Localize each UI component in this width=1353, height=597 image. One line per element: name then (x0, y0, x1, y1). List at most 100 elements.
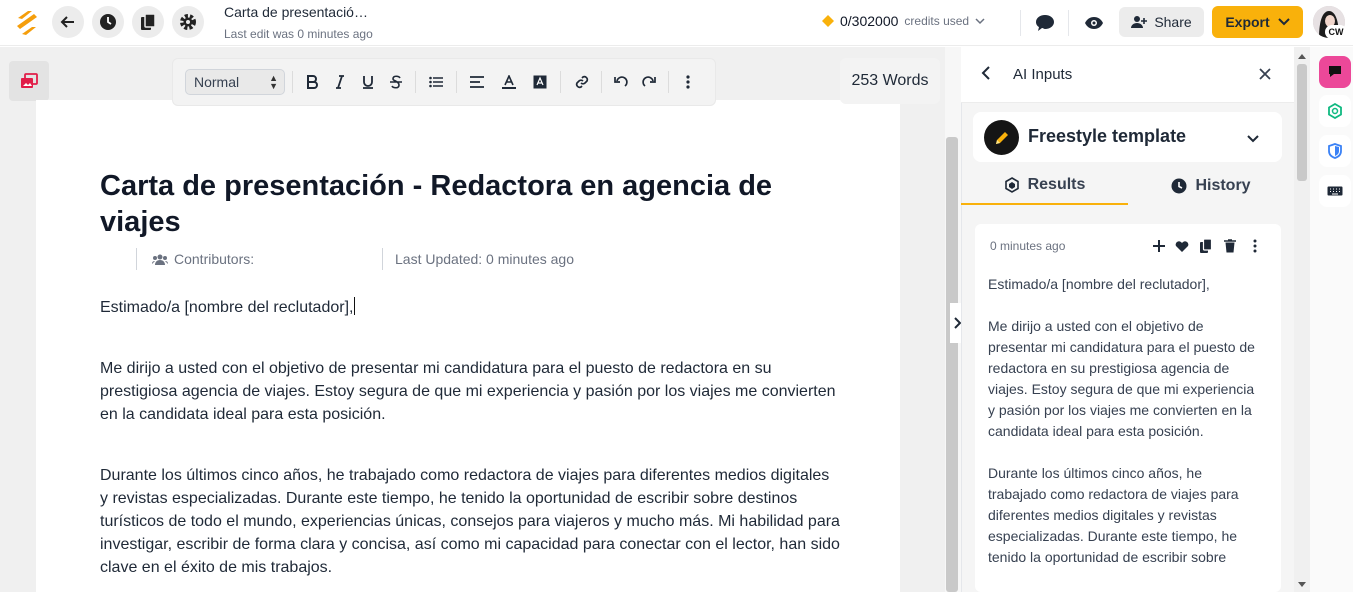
result-more-button[interactable] (1247, 238, 1263, 254)
panel-back-button[interactable] (981, 65, 991, 86)
divider (415, 71, 416, 93)
plus-icon (1153, 240, 1165, 252)
undo-button[interactable] (610, 71, 632, 93)
text-color-button[interactable] (498, 71, 520, 93)
copy-documents-icon (141, 13, 156, 30)
shield-icon (1328, 143, 1342, 159)
last-edit-status: Last edit was 0 minutes ago (224, 27, 373, 41)
favorite-result-button[interactable] (1174, 238, 1190, 254)
divider (1068, 10, 1069, 36)
comments-button[interactable] (1034, 12, 1056, 34)
panel-scroll-thumb[interactable] (1297, 64, 1307, 181)
share-button[interactable]: Share (1119, 7, 1204, 37)
paragraph-style-select[interactable]: Normal ▲ ▼ (185, 69, 285, 95)
export-button[interactable]: Export (1212, 6, 1303, 38)
bold-button[interactable] (301, 71, 323, 93)
eye-icon (1085, 17, 1103, 29)
delete-result-button[interactable] (1222, 238, 1238, 254)
strikethrough-button[interactable] (385, 71, 407, 93)
rail-chat-button[interactable] (1319, 56, 1351, 88)
chevron-down-icon (1247, 130, 1259, 148)
right-rail (1310, 47, 1353, 592)
result-paragraph: Me dirijo a usted con el objetivo de pre… (988, 318, 1255, 439)
panel-tabs: Results History (961, 166, 1294, 206)
divider (292, 71, 293, 93)
rail-shield-button[interactable] (1319, 135, 1351, 167)
history-button[interactable] (92, 6, 124, 38)
more-options-button[interactable] (677, 71, 699, 93)
tab-results[interactable]: Results (961, 166, 1128, 205)
more-vertical-icon (1253, 239, 1257, 253)
divider (668, 71, 669, 93)
heart-icon (1175, 241, 1189, 252)
link-button[interactable] (571, 71, 593, 93)
documents-button[interactable] (132, 6, 164, 38)
list-icon (429, 76, 443, 88)
chevron-left-icon (981, 66, 990, 80)
align-button[interactable] (466, 71, 488, 93)
app-logo-icon[interactable] (14, 9, 40, 37)
document-paragraph[interactable]: Me dirijo a usted con el objetivo de pre… (100, 357, 840, 426)
result-paragraph: Estimado/a [nombre del reclutador], (988, 276, 1210, 292)
rail-keyboard-button[interactable] (1319, 175, 1351, 207)
italic-icon (336, 75, 344, 89)
preview-button[interactable] (1083, 12, 1105, 34)
diamond-icon (822, 15, 834, 27)
clock-icon (100, 14, 116, 30)
contributors-label: Contributors: (174, 251, 255, 267)
divider (456, 71, 457, 93)
users-icon (152, 254, 168, 265)
document-paragraph[interactable]: Estimado/a [nombre del reclutador], (100, 296, 840, 319)
tab-history[interactable]: History (1128, 166, 1294, 205)
settings-button[interactable] (172, 6, 204, 38)
link-icon (575, 75, 589, 89)
result-timestamp: 0 minutes ago (990, 239, 1066, 253)
chevron-right-icon (954, 317, 961, 329)
images-icon (21, 73, 38, 88)
select-arrows-icon: ▲ ▼ (269, 73, 278, 91)
redo-icon (642, 76, 656, 87)
add-user-icon (1131, 16, 1148, 28)
tab-history-label: History (1195, 176, 1251, 194)
underline-button[interactable] (357, 71, 379, 93)
divider (601, 71, 602, 93)
document-title-short[interactable]: Carta de presentació… (224, 4, 368, 20)
copy-icon (1200, 239, 1212, 253)
close-icon (1259, 68, 1271, 80)
divider (382, 248, 383, 270)
insert-result-button[interactable] (1151, 238, 1167, 254)
bold-icon (307, 75, 318, 89)
divider (560, 71, 561, 93)
back-button[interactable] (52, 6, 84, 38)
bullet-list-button[interactable] (425, 71, 447, 93)
credits-indicator[interactable]: 0/302000 credits used (822, 13, 985, 29)
panel-header (961, 47, 1294, 103)
panel-close-button[interactable] (1258, 67, 1272, 86)
editor-scroll-thumb[interactable] (946, 137, 958, 592)
divider (1020, 10, 1021, 36)
text-cursor (354, 297, 356, 315)
result-paragraph: Durante los últimos cinco años, he traba… (988, 465, 1239, 565)
copy-result-button[interactable] (1198, 238, 1214, 254)
text-color-icon (502, 75, 516, 89)
chat-bubble-icon (1036, 15, 1054, 31)
credits-value: 0/302000 (840, 13, 899, 29)
document-heading[interactable]: Carta de presentación - Redactora en age… (100, 168, 860, 240)
arrow-left-icon (60, 16, 74, 28)
rail-ai-button[interactable] (1319, 95, 1351, 127)
credits-unit: credits used (904, 14, 970, 28)
openai-icon (1328, 103, 1342, 119)
paragraph-style-value: Normal (194, 74, 240, 90)
word-count: 253 Words (840, 58, 940, 104)
result-text[interactable]: Estimado/a [nombre del reclutador], Me d… (988, 274, 1258, 589)
redo-button[interactable] (638, 71, 660, 93)
document-paragraph[interactable]: Durante los últimos cinco años, he traba… (100, 464, 840, 579)
tab-results-label: Results (1027, 175, 1086, 193)
last-updated: Last Updated: 0 minutes ago (395, 251, 575, 267)
italic-button[interactable] (329, 71, 351, 93)
template-selector[interactable]: Freestyle template (973, 112, 1282, 162)
highlight-button[interactable] (529, 71, 551, 93)
media-tool-button[interactable] (9, 61, 49, 101)
underline-icon (363, 76, 373, 89)
contributors[interactable]: Contributors: (152, 251, 254, 267)
